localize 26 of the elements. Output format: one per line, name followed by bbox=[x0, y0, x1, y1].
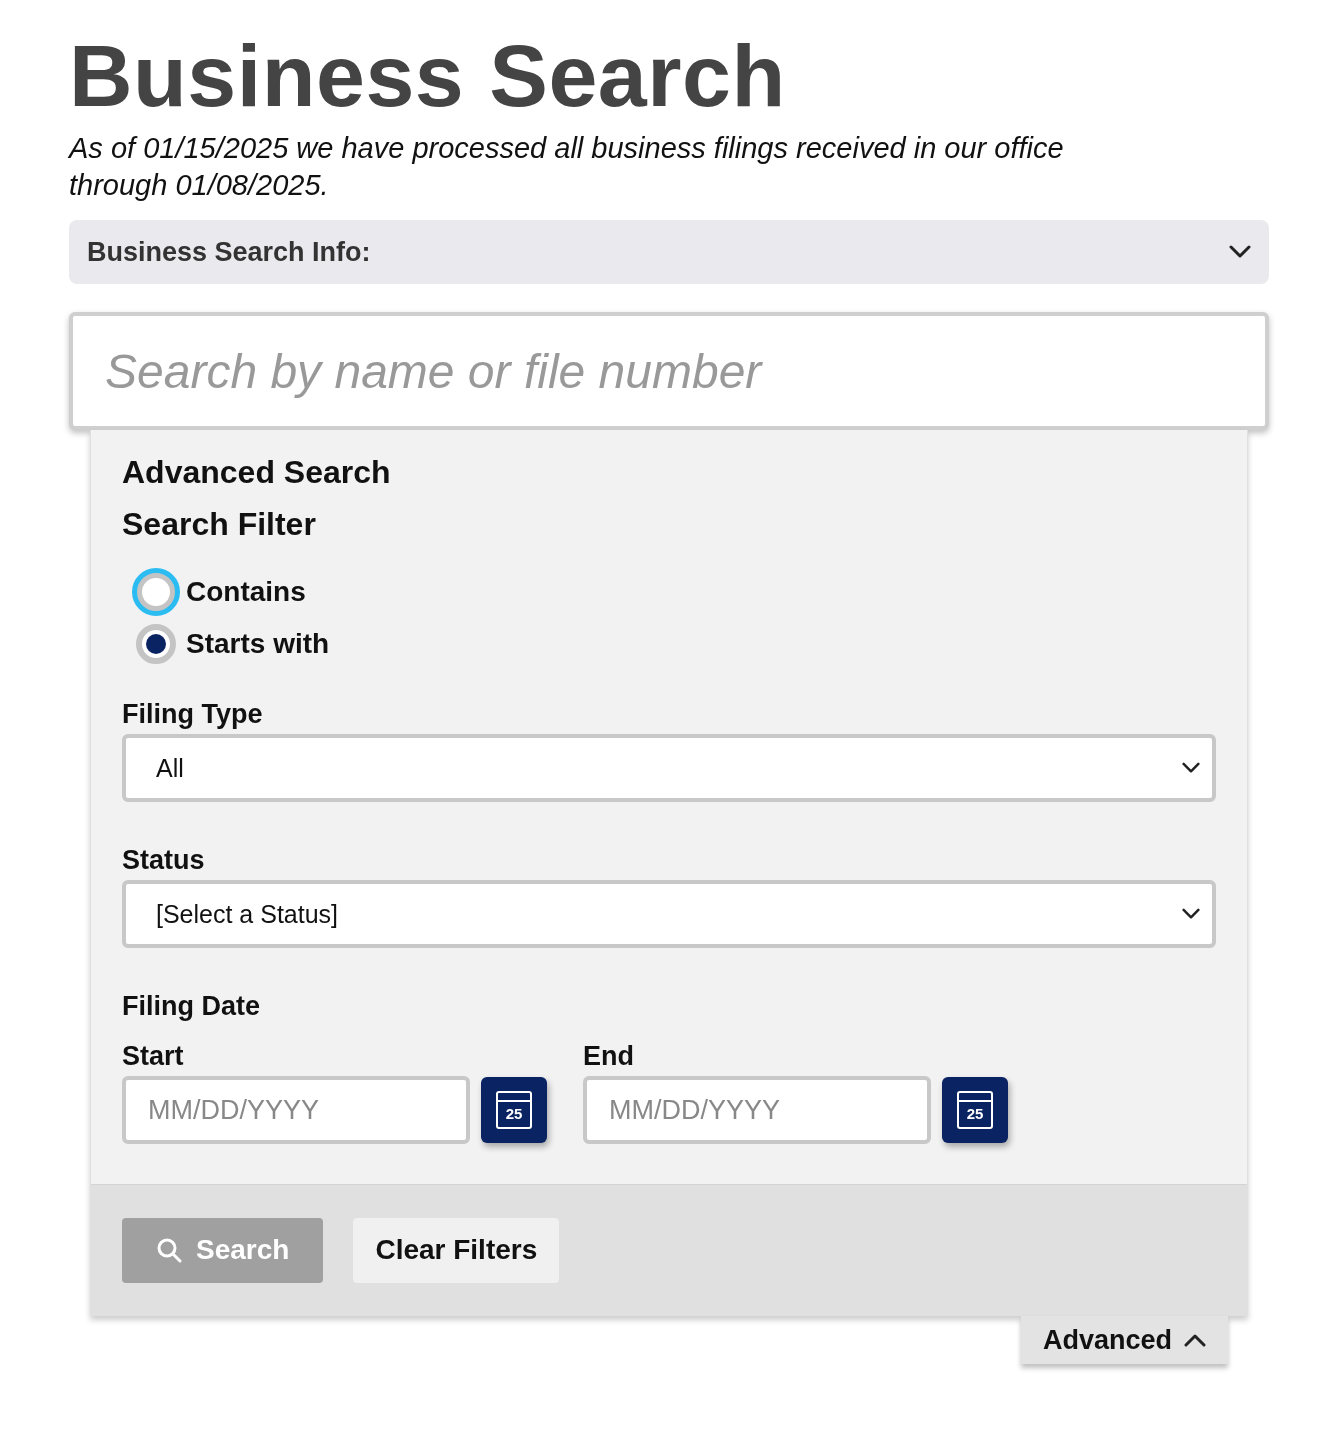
section-heading: Advanced Search bbox=[122, 453, 392, 492]
field-label: Status bbox=[122, 844, 206, 877]
field-label: End bbox=[583, 1040, 635, 1073]
search-icon bbox=[156, 1237, 182, 1263]
info-bar-label: Business Search Info: bbox=[87, 236, 371, 268]
radio-label: Contains bbox=[186, 576, 306, 608]
advanced-toggle[interactable]: Advanced bbox=[1021, 1316, 1228, 1364]
radio-button[interactable] bbox=[136, 624, 176, 664]
date-field[interactable]: MM/DD/YYYY bbox=[122, 1076, 470, 1144]
clear-filters-button[interactable]: Clear Filters bbox=[353, 1217, 560, 1283]
page-title: Business Search bbox=[69, 25, 787, 127]
field-label: Filing Date bbox=[122, 990, 261, 1023]
field-label: Start bbox=[122, 1040, 185, 1073]
date-field[interactable]: MM/DD/YYYY bbox=[583, 1076, 931, 1144]
field-label: Filing Type bbox=[122, 698, 264, 731]
select-field[interactable]: [Select a Status] bbox=[122, 880, 1216, 948]
info-bar[interactable]: Business Search Info: bbox=[69, 220, 1269, 284]
radio-label: Starts with bbox=[186, 628, 330, 660]
section-heading: Search Filter bbox=[122, 505, 317, 544]
caret-icon bbox=[1182, 907, 1200, 921]
calendar-button[interactable]: 25 bbox=[942, 1077, 1008, 1143]
processing-notice: As of 01/15/2025 we have processed all business filings received in our office through 01/08/2025. bbox=[69, 131, 1065, 203]
calendar-button[interactable]: 25 bbox=[481, 1077, 547, 1143]
search-field[interactable]: Search by name or file number bbox=[69, 312, 1269, 430]
select-field[interactable]: All bbox=[122, 734, 1216, 802]
caret-icon bbox=[1182, 761, 1200, 775]
